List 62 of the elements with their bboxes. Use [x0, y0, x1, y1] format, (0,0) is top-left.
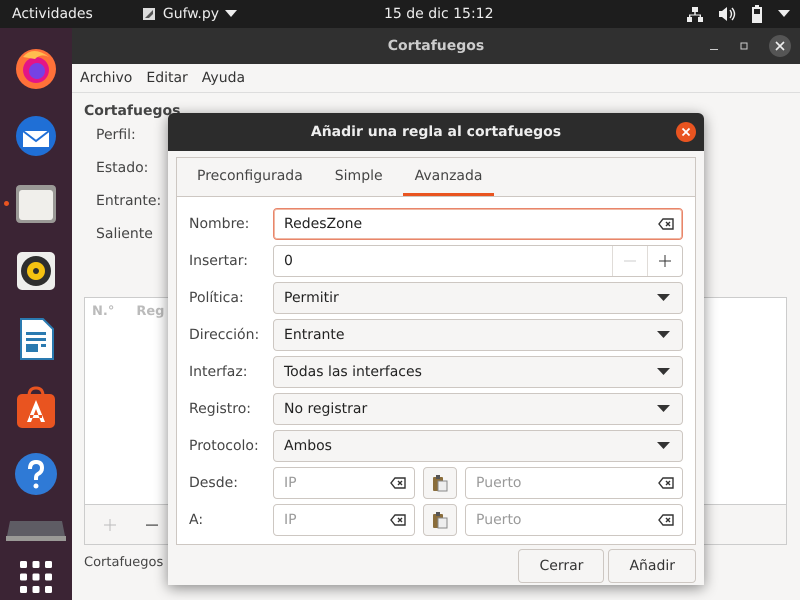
menu-item[interactable]: Archivo	[80, 70, 132, 86]
tab[interactable]: Preconfigurada	[185, 158, 315, 196]
field-label: Interfaz:	[189, 364, 248, 380]
network-icon[interactable]	[686, 6, 704, 22]
field-label: Protocolo:	[189, 438, 260, 454]
caret-icon[interactable]	[778, 10, 790, 18]
clipboard-icon	[432, 474, 448, 492]
dialog-title: Añadir una regla al cortafuegos	[310, 124, 562, 140]
dropdown[interactable]: Todas las interfaces	[273, 356, 683, 388]
clear-icon[interactable]	[658, 477, 674, 489]
caret-icon	[657, 368, 670, 376]
clipboard-icon	[432, 511, 448, 529]
caret-icon	[657, 331, 670, 339]
plus-icon	[658, 254, 672, 268]
caret-icon	[657, 294, 670, 302]
dropdown[interactable]: Permitir	[273, 282, 683, 314]
menu-item[interactable]: Ayuda	[202, 70, 246, 86]
maximize-icon[interactable]	[738, 40, 750, 52]
close-icon[interactable]	[676, 122, 696, 142]
dialog-button[interactable]: Añadir	[608, 549, 696, 583]
menu-item[interactable]: Editar	[146, 70, 188, 86]
field-label: Estado:	[96, 160, 148, 178]
field-label: Desde:	[189, 475, 239, 491]
app-menu[interactable]: Gufw.py	[140, 6, 238, 22]
paste-button[interactable]	[423, 504, 457, 536]
app-grid-icon[interactable]	[19, 560, 53, 594]
field-label: Entrante:	[96, 193, 162, 211]
dropdown[interactable]: No registrar	[273, 393, 683, 425]
minus-icon	[624, 260, 636, 262]
tab[interactable]: Avanzada	[402, 158, 494, 196]
caret-icon	[225, 10, 238, 18]
clear-icon[interactable]	[658, 514, 674, 526]
field-label: Dirección:	[189, 327, 260, 343]
field-label: Saliente	[96, 226, 153, 244]
caret-icon	[657, 442, 670, 450]
field-label: Política:	[189, 290, 245, 306]
drive-icon[interactable]	[4, 519, 68, 544]
dropdown[interactable]: Entrante	[273, 319, 683, 351]
tab[interactable]: Simple	[322, 158, 395, 196]
name-field[interactable]: RedesZone	[273, 208, 683, 240]
field-label: Insertar:	[189, 253, 249, 269]
clear-icon[interactable]	[390, 477, 406, 489]
field-label: Nombre:	[189, 216, 250, 232]
volume-icon[interactable]	[718, 6, 736, 22]
close-icon[interactable]	[768, 34, 792, 58]
field-label: Registro:	[189, 401, 252, 417]
clear-icon[interactable]	[390, 514, 406, 526]
activities-button[interactable]: Actividades	[0, 6, 105, 22]
battery-icon[interactable]	[750, 5, 764, 23]
spin-field[interactable]: 0	[273, 245, 683, 277]
window-title: Cortafuegos	[388, 38, 484, 54]
clock[interactable]: 15 de dic 15:12	[384, 6, 494, 22]
dropdown[interactable]: Ambos	[273, 430, 683, 462]
help-icon[interactable]	[13, 451, 59, 498]
status-text: Cortafuegos	[84, 555, 164, 570]
field-label: Perfil:	[96, 127, 136, 145]
paste-button[interactable]	[423, 467, 457, 499]
dialog-button[interactable]: Cerrar	[518, 549, 604, 583]
app-icon	[140, 6, 157, 22]
field-label: A:	[189, 512, 204, 528]
clear-icon[interactable]	[658, 218, 674, 230]
caret-icon	[657, 405, 670, 413]
